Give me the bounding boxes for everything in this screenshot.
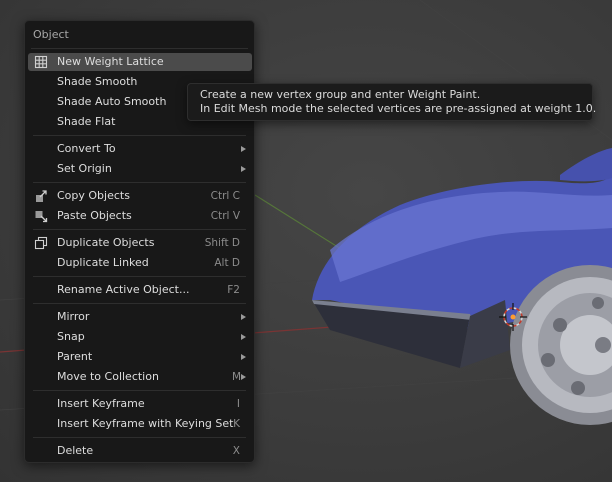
menu-item-mirror[interactable]: Mirror [28,308,252,326]
submenu-arrow-icon [241,334,246,340]
menu-item-shortcut: Ctrl C [210,190,240,202]
menu-item-label: Mirror [57,310,90,323]
menu-item-snap[interactable]: Snap [28,328,252,346]
menu-divider [33,390,246,391]
tooltip-line: Create a new vertex group and enter Weig… [200,88,481,101]
menu-item-label: New Weight Lattice [57,55,164,68]
menu-divider [31,48,248,49]
submenu-arrow-icon [241,166,246,172]
menu-item-label: Parent [57,350,93,363]
menu-item-insert-keyframe-keying-set[interactable]: Insert Keyframe with Keying Set K [28,415,252,433]
menu-item-new-weight-lattice[interactable]: New Weight Lattice [28,53,252,71]
menu-item-shortcut: Shift D [204,237,240,249]
menu-item-duplicate-objects[interactable]: Duplicate Objects Shift D [28,234,252,252]
menu-item-label: Set Origin [57,162,112,175]
menu-divider [33,135,246,136]
menu-item-label: Paste Objects [57,209,132,222]
menu-item-shortcut: X [232,445,240,457]
submenu-arrow-icon [241,374,246,380]
menu-item-label: Duplicate Objects [57,236,155,249]
menu-divider [33,303,246,304]
menu-item-delete[interactable]: Delete X [28,442,252,460]
paste-icon [34,209,48,223]
menu-item-label: Convert To [57,142,116,155]
copy-icon [34,189,48,203]
menu-divider [33,276,246,277]
menu-divider [33,437,246,438]
menu-item-label: Copy Objects [57,189,130,202]
menu-item-parent[interactable]: Parent [28,348,252,366]
menu-item-label: Move to Collection [57,370,159,383]
menu-item-label: Insert Keyframe with Keying Set [57,417,234,430]
submenu-arrow-icon [241,146,246,152]
menu-item-shortcut: Ctrl V [210,210,240,222]
menu-item-label: Shade Flat [57,115,116,128]
menu-item-paste-objects[interactable]: Paste Objects Ctrl V [28,207,252,225]
menu-item-shortcut: Alt D [214,257,240,269]
menu-item-convert-to[interactable]: Convert To [28,140,252,158]
menu-divider [33,229,246,230]
menu-divider [33,182,246,183]
menu-item-shortcut: F2 [227,284,240,296]
menu-item-rename-active-object[interactable]: Rename Active Object... F2 [28,281,252,299]
submenu-arrow-icon [241,314,246,320]
menu-item-label: Shade Auto Smooth [57,95,167,108]
submenu-arrow-icon [241,354,246,360]
menu-item-shortcut: M [231,371,241,383]
menu-item-label: Snap [57,330,85,343]
menu-item-insert-keyframe[interactable]: Insert Keyframe I [28,395,252,413]
menu-item-duplicate-linked[interactable]: Duplicate Linked Alt D [28,254,252,272]
duplicate-icon [34,236,48,250]
menu-item-label: Insert Keyframe [57,397,145,410]
menu-item-label: Rename Active Object... [57,283,190,296]
menu-item-label: Delete [57,444,94,457]
menu-item-set-origin[interactable]: Set Origin [28,160,252,178]
menu-item-copy-objects[interactable]: Copy Objects Ctrl C [28,187,252,205]
menu-item-shortcut: I [236,398,240,410]
menu-item-label: Duplicate Linked [57,256,149,269]
menu-item-label: Shade Smooth [57,75,138,88]
menu-item-move-to-collection[interactable]: Move to Collection M [28,368,252,386]
lattice-icon [34,55,48,69]
tooltip: Create a new vertex group and enter Weig… [187,83,597,121]
tooltip-line: In Edit Mesh mode the selected vertices … [200,102,597,115]
menu-title: Object [33,28,69,41]
menu-item-shortcut: K [233,418,240,430]
